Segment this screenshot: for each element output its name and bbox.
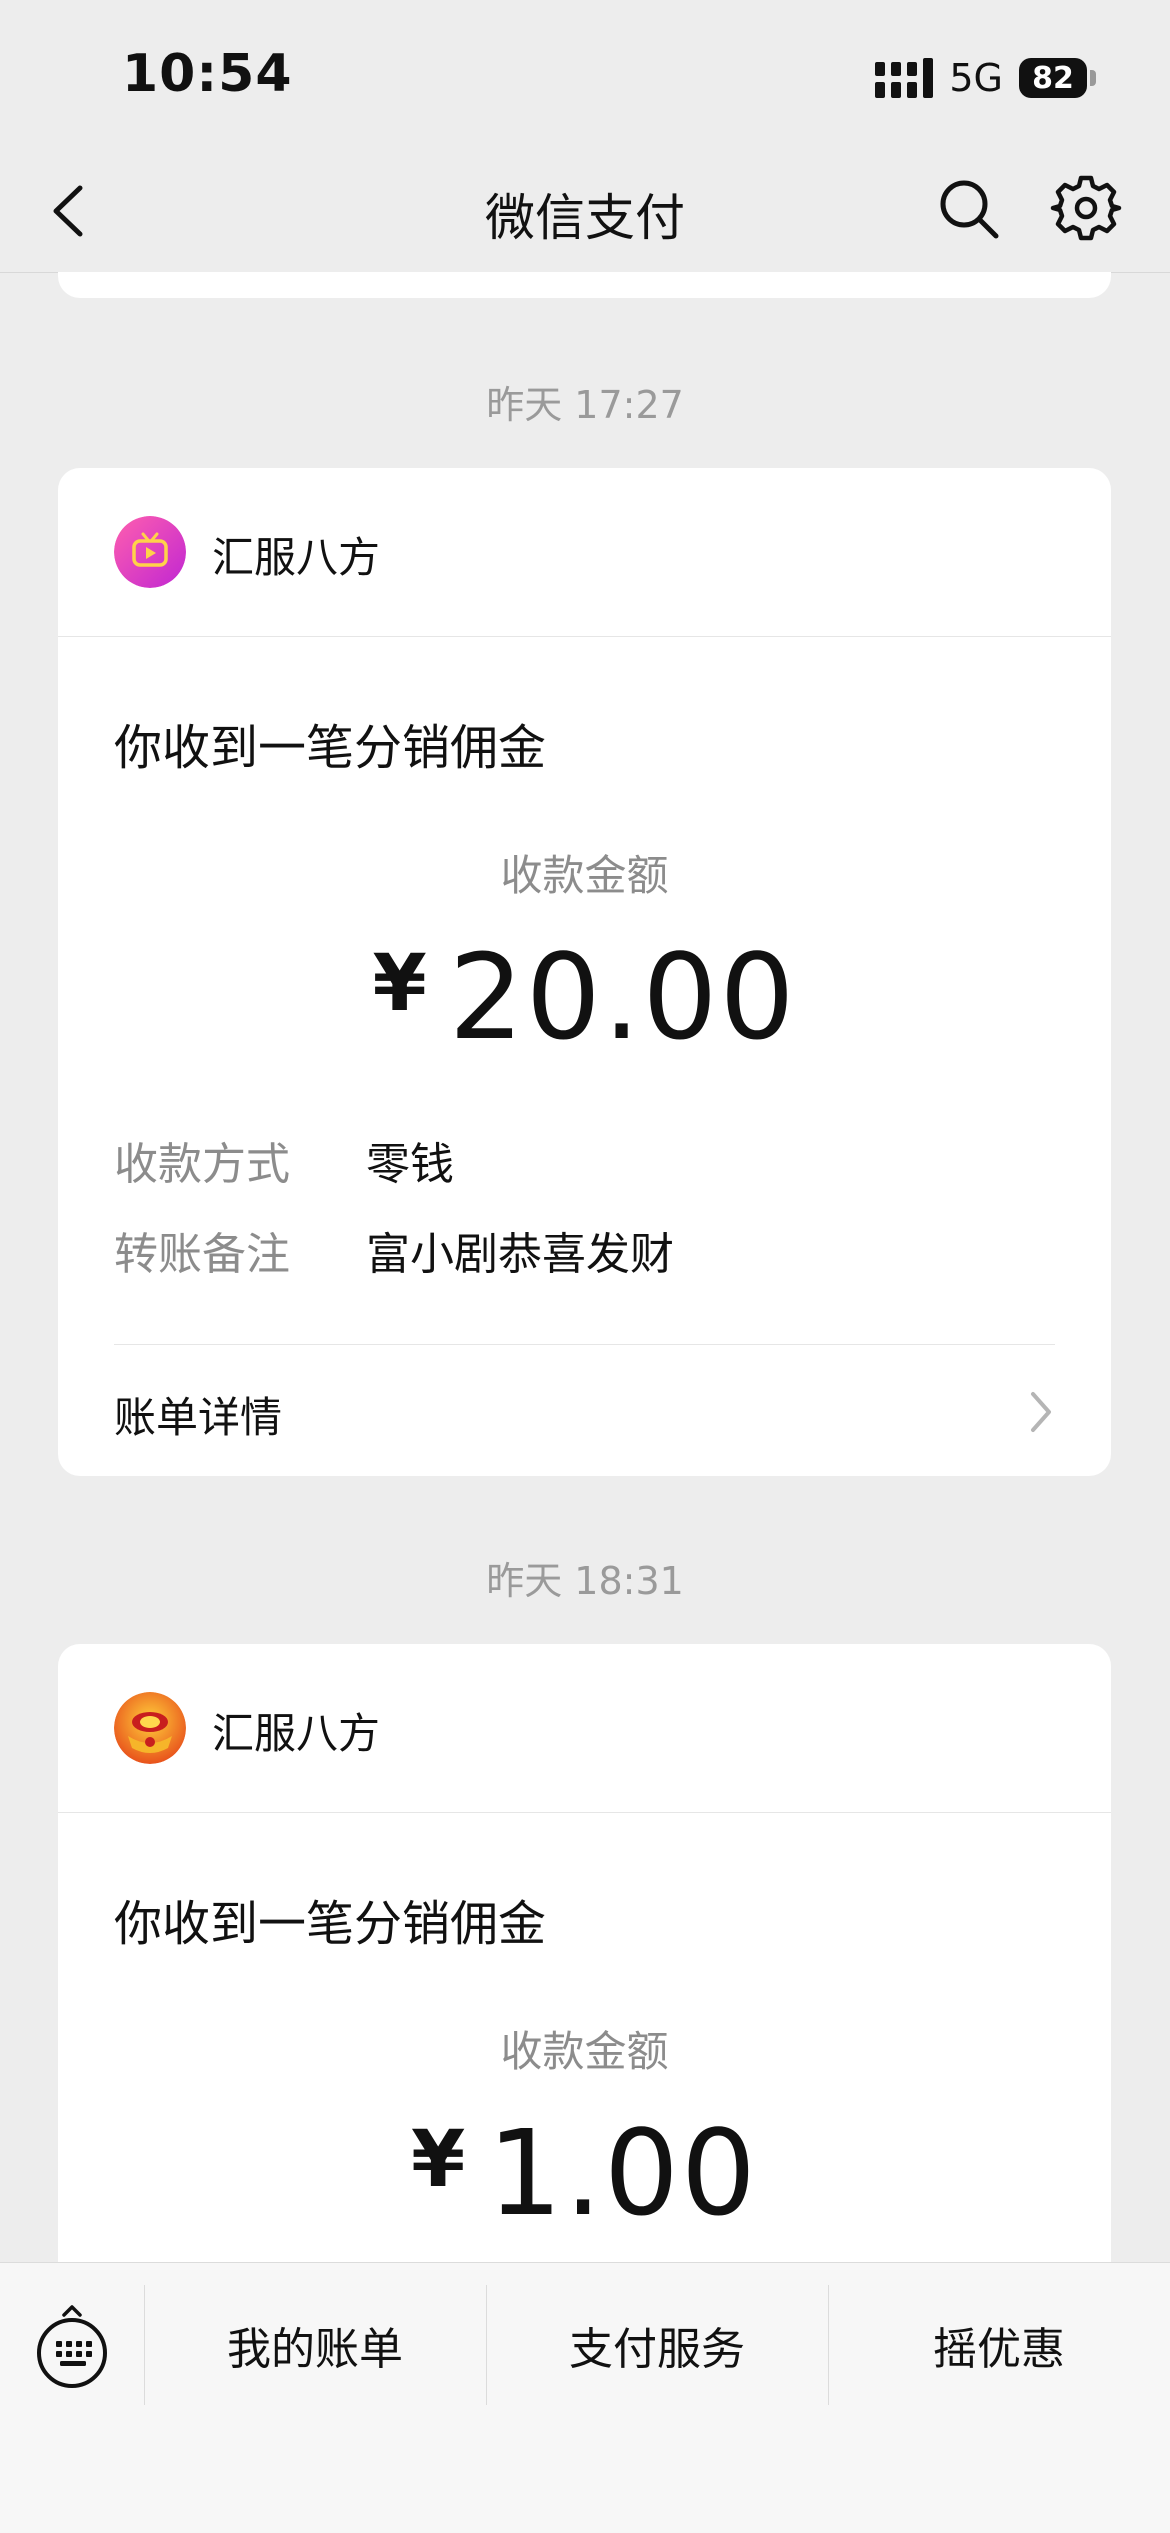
detail-value: 富小剧恭喜发财	[366, 1229, 674, 1280]
signal-icon	[875, 58, 934, 98]
notice-title: 你收到一笔分销佣金	[114, 1896, 547, 1952]
payment-notice-card[interactable]: 汇服八方 你收到一笔分销佣金 收款金额 ¥1.00	[58, 1644, 1111, 2284]
detail-row-transfer-note: 转账备注 富小剧恭喜发财	[114, 1218, 674, 1282]
currency-symbol: ¥	[372, 939, 429, 1029]
message-timestamp: 昨天 18:31	[486, 1559, 684, 1603]
detail-row-payment-method: 收款方式 零钱	[114, 1128, 454, 1192]
detail-key: 转账备注	[114, 1229, 290, 1280]
gear-icon[interactable]	[1050, 172, 1122, 244]
payment-notice-card[interactable]: 汇服八方 你收到一笔分销佣金 收款金额 ¥20.00 收款方式 零钱 转账备注 …	[58, 468, 1111, 1476]
amount-value: ¥1.00	[58, 2104, 1111, 2242]
amount-number: 20.00	[448, 928, 797, 1066]
nav-bar: 微信支付	[0, 150, 1170, 273]
tab-shake-discounts[interactable]: 摇优惠	[829, 2313, 1169, 2377]
previous-card-bottom	[58, 272, 1111, 298]
chevron-right-icon	[1031, 1392, 1051, 1432]
battery-tip	[1090, 70, 1096, 86]
status-time: 10:54	[122, 44, 293, 104]
merchant-avatar	[114, 516, 186, 588]
merchant-avatar	[114, 1692, 186, 1764]
bottom-menu-bar: 我的账单 支付服务 摇优惠	[0, 2262, 1170, 2533]
currency-symbol: ¥	[410, 2115, 468, 2205]
amount-label: 收款金额	[500, 851, 669, 900]
bill-details-link[interactable]: 账单详情	[58, 1346, 1111, 1476]
amount-label: 收款金额	[500, 2027, 669, 2076]
status-indicators: 5G 82	[875, 54, 1096, 102]
notice-title: 你收到一笔分销佣金	[114, 720, 547, 776]
bill-details-label: 账单详情	[114, 1393, 283, 1442]
tab-payment-services[interactable]: 支付服务	[487, 2313, 827, 2377]
network-type: 5G	[949, 56, 1003, 100]
card-divider	[114, 1344, 1055, 1345]
merchant-name: 汇服八方	[212, 533, 381, 582]
card-header: 汇服八方	[58, 468, 1111, 637]
battery-icon: 82	[1019, 58, 1096, 98]
tab-my-bills[interactable]: 我的账单	[145, 2313, 485, 2377]
keyboard-icon[interactable]	[34, 2303, 110, 2389]
search-icon[interactable]	[934, 174, 1004, 244]
message-timestamp: 昨天 17:27	[486, 383, 684, 427]
merchant-name: 汇服八方	[212, 1709, 381, 1758]
detail-key: 收款方式	[114, 1139, 290, 1190]
amount-number: 1.00	[487, 2104, 758, 2242]
status-bar: 10:54 5G 82	[0, 0, 1170, 150]
detail-value: 零钱	[366, 1139, 454, 1190]
card-header: 汇服八方	[58, 1644, 1111, 1813]
amount-value: ¥20.00	[58, 928, 1111, 1066]
battery-level: 82	[1019, 58, 1087, 98]
